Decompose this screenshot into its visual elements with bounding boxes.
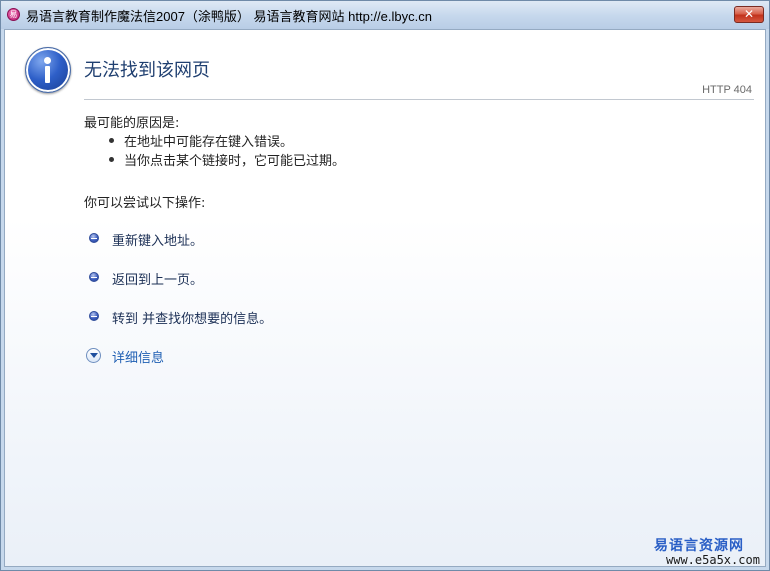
watermark-url: www.e5a5x.com [666,553,760,567]
action-bullet-icon [89,311,99,321]
info-icon [25,47,71,93]
actions-heading: 你可以尝试以下操作: [84,196,206,211]
bullet-icon [109,157,114,162]
http-status-code: HTTP 404 [702,84,752,96]
action-bullet-icon [89,272,99,282]
action-bullet-icon [89,233,99,243]
cause-item: 在地址中可能存在键入错误。 [124,135,294,150]
title-bar[interactable]: 易 易语言教育制作魔法信2007（涂鸭版） 易语言教育网站 http://e.l… [1,1,769,29]
watermark-logo: 易语言资源网 [654,538,744,554]
page-title: 无法找到该网页 [84,60,210,81]
action-go-back[interactable]: 返回到上一页。 [112,269,203,288]
app-icon[interactable]: 易 [7,8,20,21]
close-button[interactable]: ✕ [734,6,764,23]
action-go-to-search[interactable]: 转到 并查找你想要的信息。 [112,308,272,327]
action-retype-address[interactable]: 重新键入地址。 [112,230,203,249]
window-title: 易语言教育制作魔法信2007（涂鸭版） 易语言教育网站 http://e.lby… [26,9,432,24]
cause-item: 当你点击某个链接时，它可能已过期。 [124,154,346,169]
browser-window: 易 易语言教育制作魔法信2007（涂鸭版） 易语言教育网站 http://e.l… [0,0,770,571]
title-divider [84,99,754,100]
bullet-icon [109,138,114,143]
causes-heading: 最可能的原因是: [84,116,180,131]
expand-chevron-icon[interactable] [86,348,101,363]
more-information-link[interactable]: 详细信息 [112,347,164,366]
error-page: 无法找到该网页 HTTP 404 最可能的原因是: 在地址中可能存在键入错误。 … [4,29,766,567]
